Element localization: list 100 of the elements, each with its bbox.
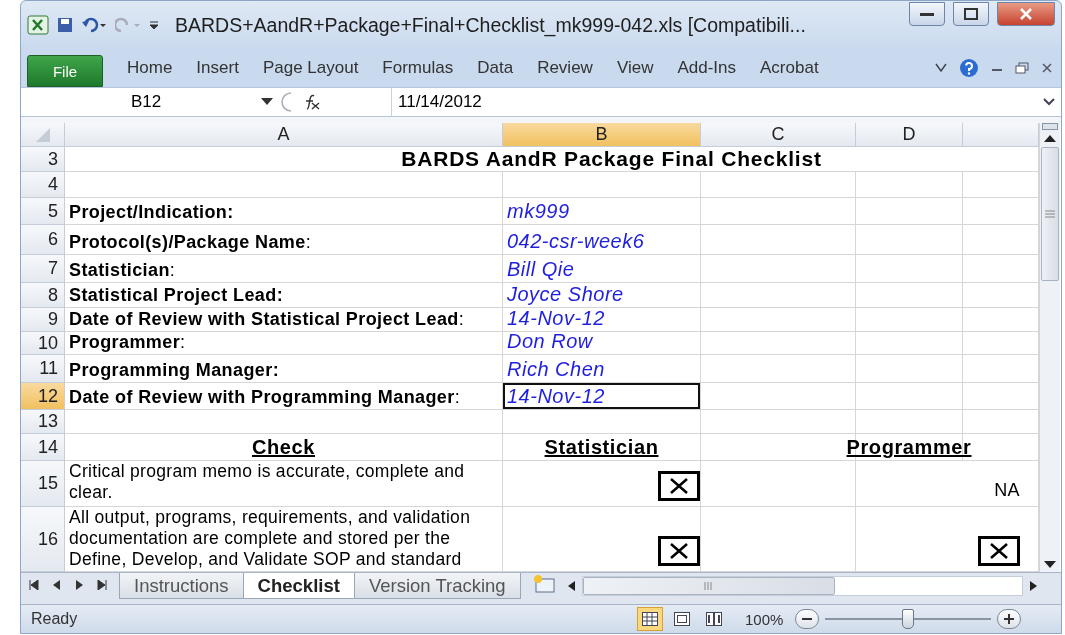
selectable-cell[interactable]: mk999	[503, 198, 701, 225]
grip-icon	[1045, 210, 1055, 218]
last-sheet-icon[interactable]	[97, 580, 107, 590]
cross-icon	[668, 477, 690, 495]
column-header[interactable]: C	[701, 123, 856, 147]
minimize-button[interactable]	[909, 2, 945, 26]
row-header[interactable]: 14	[21, 434, 65, 461]
row-header[interactable]: 3	[21, 147, 65, 172]
check-text: Critical program memo is accurate, complete and clear.	[69, 461, 466, 503]
formula-field[interactable]: 11/14/2012	[391, 88, 1039, 116]
selectable-cell[interactable]: 14-Nov-12	[503, 308, 701, 332]
sheet-tab[interactable]: Checklist	[242, 573, 355, 599]
ribbon-tab[interactable]: Add-Ins	[665, 53, 749, 83]
spreadsheet-app-icon	[27, 15, 49, 35]
field-value: mk999	[507, 200, 570, 223]
field-label: Protocol(s)/Package Name:	[69, 232, 312, 253]
ribbon-tab[interactable]: Formulas	[370, 53, 466, 83]
cancel-icon	[281, 92, 291, 112]
previous-sheet-icon[interactable]	[53, 580, 61, 590]
help-icon[interactable]	[959, 58, 979, 78]
minus-icon	[802, 618, 813, 620]
selectable-cell[interactable]: 042-csr-week6	[503, 225, 701, 255]
field-label: Statistical Project Lead:	[69, 285, 284, 306]
field-label: Programmer:	[69, 332, 186, 353]
cross-icon	[668, 542, 690, 560]
window-title: BARDS+AandR+Package+Final+Checklist_mk999-042.xls [Compatibili...	[175, 13, 806, 37]
field-label: Date of Review with Statistical Project Lead:	[69, 309, 465, 330]
sheet-tab[interactable]: Version Tracking	[353, 573, 521, 599]
ribbon-tab[interactable]: View	[604, 53, 666, 83]
selectable-cell[interactable]: Don Row	[503, 332, 701, 355]
first-sheet-icon[interactable]	[29, 580, 39, 590]
column-header[interactable]: A	[65, 123, 503, 147]
corner-triangle-icon	[35, 127, 50, 142]
field-value: Joyce Shore	[507, 283, 624, 306]
selectable-cell[interactable]: Bill Qie	[503, 255, 701, 283]
check-text: All output, programs, requirements, and validation documentation are complete and stored per the Define, Develop, and Validate SOP and standard	[69, 507, 472, 570]
row-header[interactable]: 15	[21, 461, 65, 507]
field-label: Statistician:	[69, 260, 176, 281]
scrollbar-thumb[interactable]	[582, 577, 835, 595]
row-header[interactable]: 5	[21, 198, 65, 225]
field-label: Date of Review with Programming Manager:	[69, 387, 461, 408]
page-icon	[674, 612, 690, 626]
column-header[interactable]: B	[503, 123, 701, 147]
close-button[interactable]	[997, 2, 1055, 26]
grip-icon	[703, 582, 714, 590]
ribbon-tab[interactable]: Home	[115, 53, 185, 83]
next-sheet-icon[interactable]	[75, 580, 83, 590]
field-value: Bill Qie	[507, 258, 575, 281]
row-header[interactable]: 13	[21, 410, 65, 434]
scroll-right-icon[interactable]	[1029, 580, 1039, 592]
row-header[interactable]: 4	[21, 172, 65, 198]
row-header[interactable]: 6	[21, 225, 65, 255]
row-header[interactable]: 11	[21, 355, 65, 383]
checkbox[interactable]	[978, 536, 1020, 566]
name-box[interactable]: B12	[21, 88, 261, 116]
view-button[interactable]	[637, 607, 663, 631]
selectable-cell[interactable]: 14-Nov-12	[503, 383, 701, 410]
field-value: Rich Chen	[507, 358, 605, 381]
maximize-button[interactable]	[953, 2, 989, 26]
ribbon-tab[interactable]: Insert	[184, 53, 251, 83]
ribbon-tab[interactable]: Review	[525, 53, 605, 83]
restore-icon[interactable]	[1015, 62, 1029, 74]
zoom-in-button[interactable]	[997, 609, 1022, 629]
ribbon-tab[interactable]: Data	[465, 53, 526, 83]
minimize-icon	[920, 12, 934, 16]
field-value: 14-Nov-12	[507, 385, 605, 408]
file-tab[interactable]: File	[27, 55, 103, 87]
field-value: 14-Nov-12	[507, 307, 605, 330]
row-header[interactable]: 9	[21, 308, 65, 332]
row-header[interactable]: 12	[21, 383, 65, 410]
zoom-slider-thumb[interactable]	[902, 609, 915, 629]
sheet-tab[interactable]: Instructions	[119, 573, 244, 599]
collapse-ribbon-icon[interactable]	[935, 63, 947, 73]
ribbon-tab[interactable]: Acrobat	[748, 53, 831, 83]
column-heading: Programmer	[846, 436, 972, 459]
scrollbar-thumb[interactable]	[1041, 147, 1059, 281]
checkbox[interactable]	[658, 471, 700, 501]
field-value: 042-csr-week6	[507, 230, 645, 253]
zoom-out-button[interactable]	[795, 609, 820, 629]
customize-icon[interactable]	[149, 20, 159, 30]
undo-icon[interactable]	[81, 17, 107, 33]
row-header[interactable]: 16	[21, 507, 65, 572]
selectable-cell[interactable]: Joyce Shore	[503, 283, 701, 308]
close-icon	[1019, 8, 1033, 20]
row-header[interactable]: 8	[21, 283, 65, 308]
split-handle[interactable]	[1042, 123, 1058, 131]
column-header[interactable]: D	[856, 123, 963, 147]
selectable-cell[interactable]: Rich Chen	[503, 355, 701, 383]
close-icon[interactable]	[1041, 62, 1053, 74]
dropdown-icon[interactable]	[261, 98, 273, 106]
checkbox[interactable]	[658, 536, 700, 566]
row-header[interactable]: 10	[21, 332, 65, 355]
field-label: Programming Manager:	[69, 360, 280, 381]
save-icon[interactable]	[57, 17, 73, 33]
row-header[interactable]: 7	[21, 255, 65, 283]
grid-view-icon	[642, 612, 658, 626]
field-label: Project/Indication:	[69, 202, 234, 223]
ribbon-tab[interactable]: Page Layout	[250, 53, 371, 83]
sheet-title: BARDS AandR Package Final Checklist	[400, 146, 822, 171]
page-break-icon	[706, 612, 722, 626]
